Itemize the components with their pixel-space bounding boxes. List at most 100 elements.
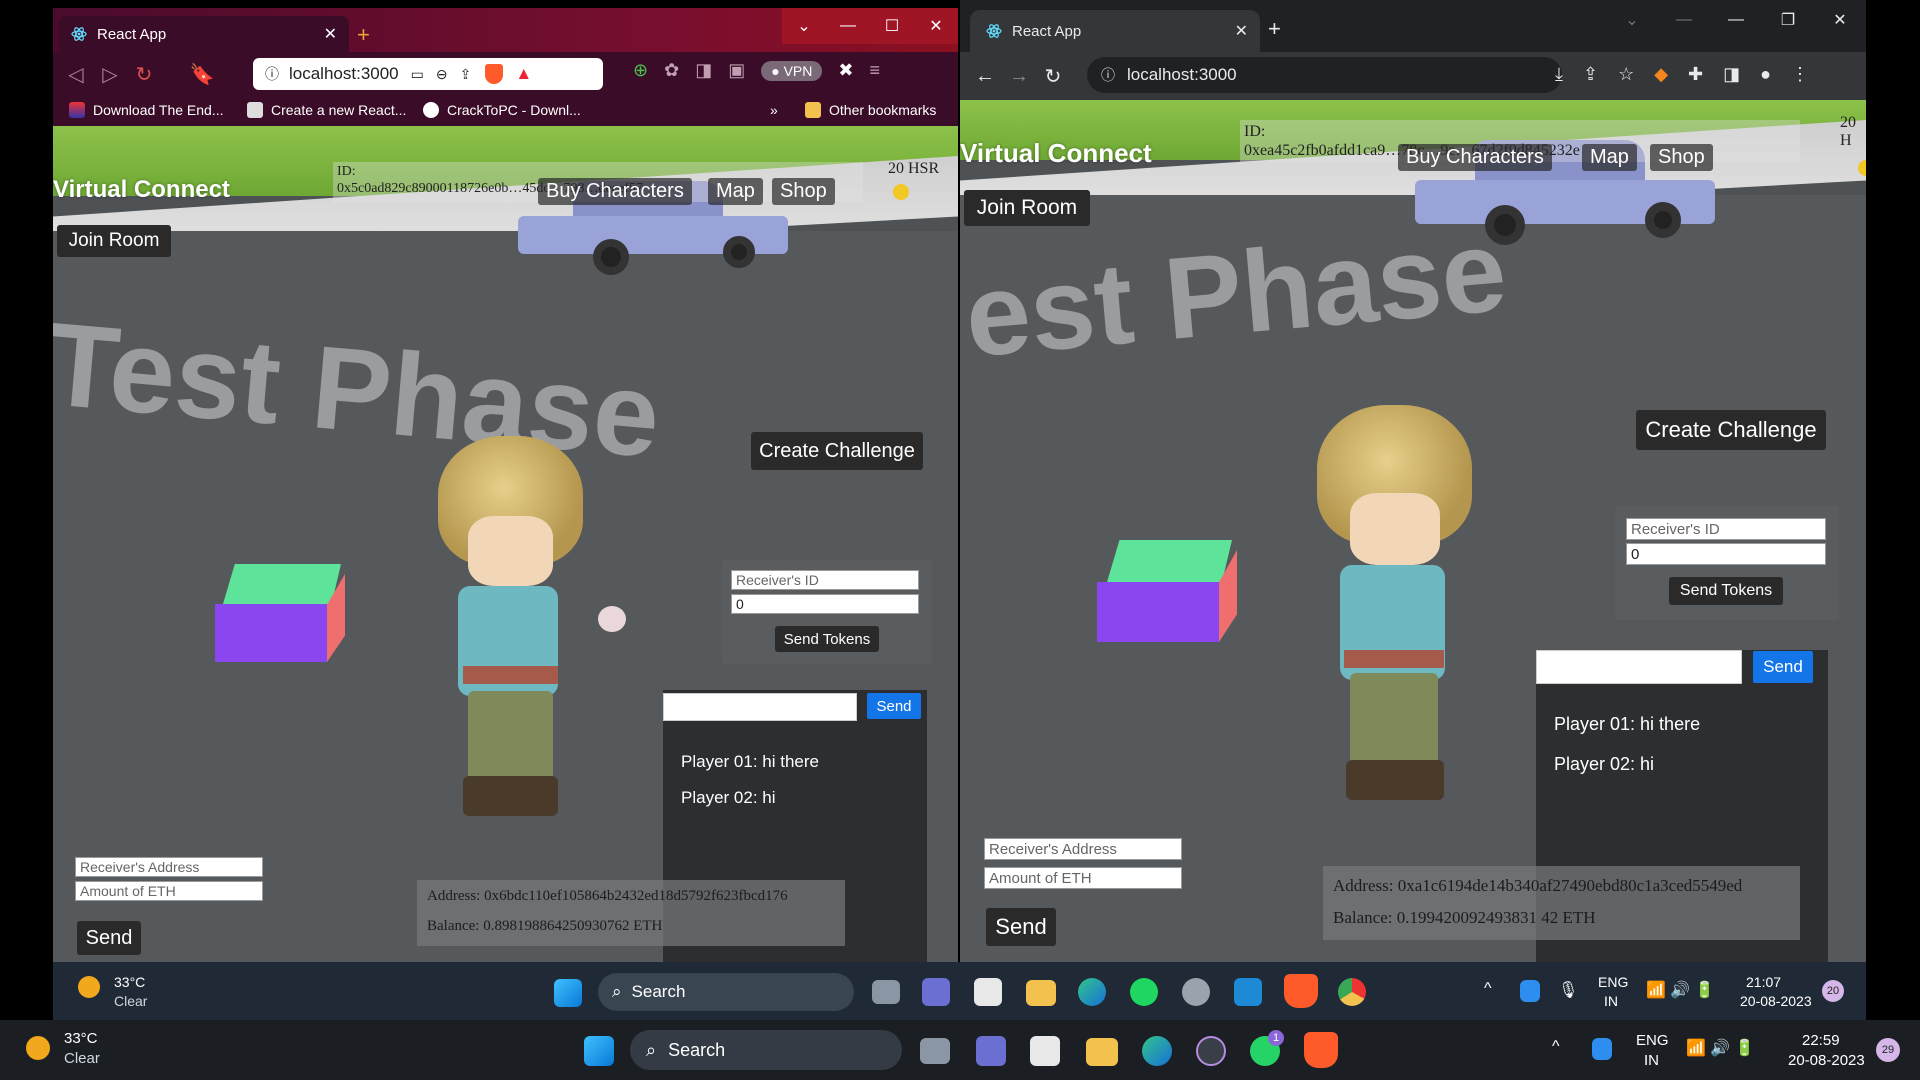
crossed-tools-icon[interactable]: ✖ — [838, 60, 853, 81]
outer-teams-icon[interactable] — [976, 1036, 1006, 1066]
extension-green-icon[interactable]: ⊕ — [633, 60, 648, 81]
bookmark-icon[interactable]: 🔖 — [185, 57, 219, 91]
inner-spotify-icon[interactable] — [1130, 978, 1158, 1006]
outer-clock-time[interactable]: 22:59 — [1802, 1032, 1840, 1049]
left-receiver-id-input[interactable]: Receiver's ID — [731, 570, 919, 590]
install-icon[interactable]: ⤓ — [1555, 64, 1563, 85]
inner-clock-time[interactable]: 21:07 — [1746, 974, 1781, 990]
left-send-tokens-button[interactable]: Send Tokens — [775, 626, 879, 652]
inner-shield-icon[interactable] — [1520, 980, 1540, 1002]
menu-icon[interactable]: ≡ — [869, 60, 880, 81]
inner-edge-icon[interactable] — [1078, 978, 1106, 1006]
forward-icon[interactable]: → — [1002, 59, 1036, 93]
right-active-tab[interactable]: React App ✕ — [970, 10, 1260, 52]
star-icon[interactable]: ☆ — [1618, 64, 1634, 85]
forward-icon[interactable]: ▷ — [93, 57, 127, 91]
left-send-eth-button[interactable]: Send — [77, 921, 141, 955]
inner-chrome-icon[interactable] — [1338, 978, 1366, 1006]
outer-explorer-icon[interactable] — [1086, 1038, 1118, 1066]
inner-lang-1[interactable]: ENG — [1598, 974, 1628, 990]
inner-chrome-dev-icon[interactable] — [1182, 978, 1210, 1006]
left-menu-buy-characters[interactable]: Buy Characters — [538, 178, 692, 205]
profile-icon[interactable]: ● — [1760, 64, 1771, 85]
right-send-tokens-button[interactable]: Send Tokens — [1669, 577, 1783, 605]
close-tab-icon[interactable]: ✕ — [1235, 21, 1248, 41]
left-menu-map[interactable]: Map — [708, 178, 763, 205]
site-info-icon[interactable]: ⓘ — [265, 64, 279, 84]
left-address-bar[interactable]: ⓘ localhost:3000 ▭ ⊖ ⇪ ▲ — [253, 58, 603, 90]
outer-search-box[interactable]: ⌕ Search — [630, 1030, 902, 1070]
inner-mic-icon[interactable]: 🎙 — [1558, 980, 1578, 1000]
right-token-amount-input[interactable]: 0 — [1626, 543, 1826, 565]
inner-start-icon[interactable] — [554, 979, 582, 1007]
inner-vscode-icon[interactable] — [1234, 978, 1262, 1006]
right-game-scene[interactable]: est Phase Virtual Connect ID: 0xea45c2fb… — [960, 100, 1866, 962]
minimize-icon[interactable]: — — [826, 8, 870, 44]
right-menu-shop[interactable]: Shop — [1650, 144, 1713, 171]
left-create-challenge-button[interactable]: Create Challenge — [751, 432, 923, 470]
inner-teams-icon[interactable] — [922, 978, 950, 1006]
inner-clock-date[interactable]: 20-08-2023 — [1740, 993, 1812, 1009]
outer-notification-badge[interactable]: 29 — [1876, 1038, 1900, 1062]
menu-icon[interactable]: ⋮ — [1791, 64, 1809, 85]
maximize-icon[interactable]: ☐ — [870, 8, 914, 44]
right-join-room-button[interactable]: Join Room — [964, 190, 1090, 226]
minimize-icon[interactable]: — — [1658, 0, 1710, 40]
left-token-amount-input[interactable]: 0 — [731, 594, 919, 614]
more-bookmarks[interactable]: » — [770, 102, 778, 118]
left-chat-send-button[interactable]: Send — [867, 693, 921, 719]
new-tab-button[interactable]: + — [1268, 16, 1281, 42]
share-icon[interactable]: ⇪ — [460, 66, 472, 83]
left-join-room-button[interactable]: Join Room — [57, 225, 171, 257]
sidebar-icon[interactable]: ◨ — [695, 60, 712, 81]
right-send-eth-button[interactable]: Send — [986, 908, 1056, 946]
extensions-icon[interactable]: ✿ — [664, 60, 679, 81]
outer-network-icons[interactable]: 📶 🔊 🔋 — [1686, 1038, 1755, 1058]
left-active-tab[interactable]: React App ✕ — [59, 16, 349, 52]
outer-shield-icon[interactable] — [1592, 1038, 1612, 1060]
wallet-icon[interactable]: ▣ — [728, 60, 745, 81]
reload-icon[interactable]: ↻ — [127, 57, 161, 91]
inner-search-box[interactable]: ⌕ Search — [598, 973, 854, 1011]
tab-search-icon[interactable]: ⌄ — [1606, 0, 1658, 40]
right-menu-map[interactable]: Map — [1582, 144, 1637, 171]
right-eth-amount-input[interactable]: Amount of ETH — [984, 867, 1182, 889]
share-icon[interactable]: ⇪ — [1583, 64, 1598, 85]
outer-media-player-icon[interactable] — [1196, 1036, 1226, 1066]
bookmark-3[interactable]: CrackToPC - Downl... — [423, 102, 581, 118]
site-info-icon[interactable]: ⓘ — [1101, 65, 1115, 85]
right-chat-send-button[interactable]: Send — [1753, 651, 1813, 683]
zoom-icon[interactable]: ⊖ — [436, 66, 448, 83]
outer-start-icon[interactable] — [584, 1036, 614, 1066]
inner-explorer-icon[interactable] — [1026, 980, 1056, 1006]
left-menu-shop[interactable]: Shop — [772, 178, 835, 205]
outer-clock-date[interactable]: 20-08-2023 — [1788, 1052, 1865, 1069]
outer-store-icon[interactable] — [1030, 1036, 1060, 1066]
outer-edge-icon[interactable] — [1142, 1036, 1172, 1066]
inner-task-view-icon[interactable] — [872, 980, 900, 1004]
right-receiver-id-input[interactable]: Receiver's ID — [1626, 518, 1826, 540]
outer-lang-1[interactable]: ENG — [1636, 1032, 1669, 1049]
outer-brave-icon[interactable] — [1304, 1032, 1338, 1068]
maximize-icon[interactable]: ❐ — [1762, 0, 1814, 40]
close-window-icon[interactable]: ✕ — [914, 8, 958, 44]
bookmark-2[interactable]: Create a new React... — [247, 102, 406, 118]
inner-store-icon[interactable] — [974, 978, 1002, 1006]
reload-icon[interactable]: ↻ — [1036, 59, 1070, 93]
new-tab-button[interactable]: + — [357, 22, 370, 48]
extensions-icon[interactable]: ✚ — [1688, 64, 1703, 85]
outer-tray-chevron-icon[interactable]: ^ — [1552, 1038, 1560, 1056]
restore-icon[interactable]: — — [1710, 0, 1762, 40]
right-menu-buy-characters[interactable]: Buy Characters — [1398, 144, 1552, 171]
vpn-button[interactable]: ● VPN — [761, 60, 823, 81]
sidebar-icon[interactable]: ◨ — [1723, 64, 1740, 85]
close-tab-icon[interactable]: ✕ — [324, 24, 337, 44]
close-window-icon[interactable]: ✕ — [1814, 0, 1866, 40]
right-create-challenge-button[interactable]: Create Challenge — [1636, 410, 1826, 450]
cast-icon[interactable]: ▭ — [411, 66, 424, 83]
outer-task-view-icon[interactable] — [920, 1038, 950, 1064]
right-receiver-address-input[interactable]: Receiver's Address — [984, 838, 1182, 860]
inner-brave-icon[interactable] — [1284, 974, 1318, 1008]
outer-lang-2[interactable]: IN — [1644, 1052, 1659, 1069]
left-game-scene[interactable]: Test Phase Virtual Connect ID: 0x5c0ad82… — [53, 126, 958, 962]
